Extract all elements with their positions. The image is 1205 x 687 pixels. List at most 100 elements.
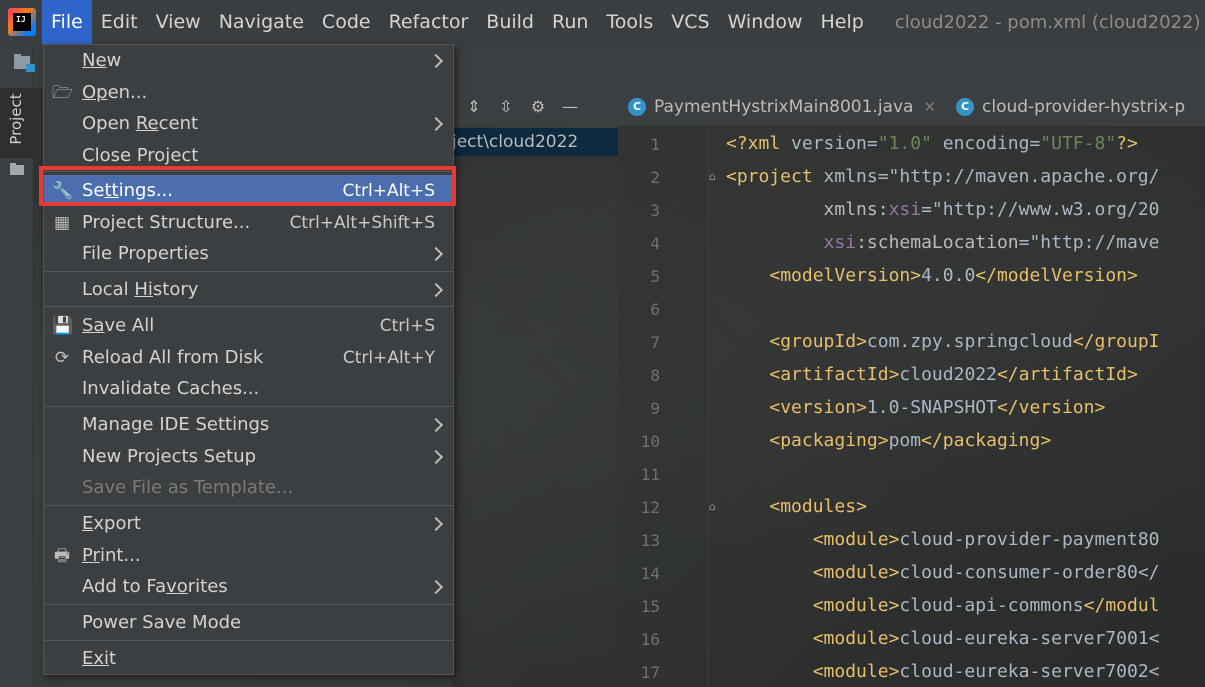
line-number: 2 bbox=[650, 168, 660, 187]
chevron-right-icon bbox=[428, 246, 444, 261]
menu-item-new[interactable]: New bbox=[44, 45, 453, 76]
project-folder-icon[interactable] bbox=[14, 54, 36, 72]
hide-panel-icon[interactable]: — bbox=[560, 97, 580, 117]
code-line[interactable]: xsi:schemaLocation="http://mave bbox=[726, 232, 1160, 253]
menu-item-manage-ide-settings[interactable]: Manage IDE Settings bbox=[44, 409, 453, 440]
menu-edit[interactable]: Edit bbox=[92, 0, 147, 44]
menu-item-label: Local History bbox=[82, 279, 199, 300]
close-icon[interactable]: ✕ bbox=[923, 98, 936, 116]
menu-item-label: Print... bbox=[82, 545, 141, 566]
chevron-right-icon bbox=[428, 116, 444, 131]
tab-label: PaymentHystrixMain8001.java bbox=[654, 97, 914, 117]
menu-refactor[interactable]: Refactor bbox=[380, 0, 478, 44]
menu-item-project-structure[interactable]: ▦ Project Structure... Ctrl+Alt+Shift+S bbox=[44, 207, 453, 238]
menu-item-new-projects-setup[interactable]: New Projects Setup bbox=[44, 441, 453, 472]
code-line[interactable]: <module>cloud-consumer-order80</ bbox=[726, 562, 1160, 583]
fold-icon[interactable]: ⌂ bbox=[709, 500, 721, 514]
menu-view[interactable]: View bbox=[147, 0, 210, 44]
line-number: 12 bbox=[640, 498, 660, 517]
code-line[interactable]: <project xmlns="http://maven.apache.org/ bbox=[726, 166, 1159, 187]
tab-cloud-provider-hystrix[interactable]: C cloud-provider-hystrix-p bbox=[946, 88, 1195, 126]
code-line[interactable]: <modelVersion>4.0.0</modelVersion> bbox=[726, 265, 1137, 286]
line-number: 7 bbox=[650, 333, 660, 352]
editor-tabs: C PaymentHystrixMain8001.java ✕ C cloud-… bbox=[618, 88, 1205, 127]
menu-item-label: Add to Favorites bbox=[82, 576, 228, 597]
menu-item-open-recent[interactable]: Open Recent bbox=[44, 108, 453, 139]
menu-run[interactable]: Run bbox=[543, 0, 597, 44]
menu-window[interactable]: Window bbox=[719, 0, 812, 44]
menu-item-label: Open... bbox=[82, 82, 148, 103]
menu-item-save-file-as-template: Save File as Template... bbox=[44, 472, 453, 503]
menu-item-label: Save File as Template... bbox=[82, 477, 294, 498]
menu-separator bbox=[44, 640, 453, 641]
tab-payment-hystrix-main[interactable]: C PaymentHystrixMain8001.java ✕ bbox=[618, 88, 946, 126]
menu-item-label: Export bbox=[82, 513, 141, 534]
collapse-all-icon[interactable]: ⇳ bbox=[496, 97, 516, 117]
line-number: 4 bbox=[650, 234, 660, 253]
folder-icon bbox=[10, 163, 24, 175]
expand-all-icon[interactable]: ⇕ bbox=[464, 97, 484, 117]
code-line[interactable]: <packaging>pom</packaging> bbox=[726, 430, 1051, 451]
line-number: 3 bbox=[650, 201, 660, 220]
gear-icon[interactable]: ⚙ bbox=[528, 97, 548, 117]
code-line[interactable]: <version>1.0-SNAPSHOT</version> bbox=[726, 397, 1105, 418]
code-line[interactable]: <module>cloud-eureka-server7002< bbox=[726, 661, 1160, 682]
menu-vcs[interactable]: VCS bbox=[662, 0, 718, 44]
project-tab-label[interactable]: Project bbox=[7, 83, 25, 155]
menu-item-label: File Properties bbox=[82, 243, 209, 264]
code-editor[interactable]: 1 <?xml version="1.0" encoding="UTF-8"?> 2… bbox=[618, 126, 1205, 687]
settings-highlight-box bbox=[39, 166, 456, 206]
menu-item-file-properties[interactable]: File Properties bbox=[44, 238, 453, 269]
fold-icon[interactable]: ⌂ bbox=[709, 170, 721, 184]
code-line[interactable]: <artifactId>cloud2022</artifactId> bbox=[726, 364, 1138, 385]
code-line[interactable]: <module>cloud-eureka-server7001< bbox=[726, 628, 1160, 649]
menu-help[interactable]: Help bbox=[811, 0, 872, 44]
line-number: 13 bbox=[640, 531, 660, 550]
line-number: 1 bbox=[650, 135, 660, 154]
chevron-right-icon bbox=[428, 449, 444, 464]
line-number: 14 bbox=[640, 564, 660, 583]
code-line[interactable]: xmlns:xsi="http://www.w3.org/20 bbox=[726, 199, 1160, 220]
chevron-right-icon bbox=[428, 282, 444, 297]
print-icon: 🖶 bbox=[53, 545, 71, 566]
menu-separator bbox=[44, 406, 453, 407]
menu-separator bbox=[44, 306, 453, 307]
menu-tools[interactable]: Tools bbox=[597, 0, 662, 44]
menu-bar: IJ File Edit View Navigate Code Refactor… bbox=[0, 0, 1205, 45]
code-line[interactable]: <?xml version="1.0" encoding="UTF-8"?> bbox=[726, 133, 1138, 154]
menu-file[interactable]: File bbox=[42, 0, 92, 44]
menu-item-open[interactable]: 🗁 Open... bbox=[44, 77, 453, 108]
code-line[interactable]: <modules> bbox=[726, 496, 867, 517]
code-line[interactable]: <groupId>com.zpy.springcloud</groupI bbox=[726, 331, 1159, 352]
menu-item-print[interactable]: 🖶 Print... bbox=[44, 540, 453, 571]
menu-item-export[interactable]: Export bbox=[44, 508, 453, 539]
project-root-path[interactable]: ject\cloud2022 bbox=[452, 128, 618, 156]
menu-item-label: Manage IDE Settings bbox=[82, 414, 270, 435]
menu-navigate[interactable]: Navigate bbox=[210, 0, 313, 44]
line-number: 16 bbox=[640, 630, 660, 649]
menu-item-save-all[interactable]: 💾 Save All Ctrl+S bbox=[44, 310, 453, 341]
menu-build[interactable]: Build bbox=[477, 0, 543, 44]
menu-item-exit[interactable]: Exit bbox=[44, 643, 453, 674]
code-line[interactable]: <module>cloud-provider-payment80 bbox=[726, 529, 1160, 550]
menu-code[interactable]: Code bbox=[313, 0, 380, 44]
menu-item-add-to-favorites[interactable]: Add to Favorites bbox=[44, 571, 453, 602]
shortcut-label: Ctrl+Alt+Shift+S bbox=[289, 212, 435, 233]
window-title: cloud2022 - pom.xml (cloud2022) bbox=[894, 11, 1201, 33]
chevron-right-icon bbox=[428, 516, 444, 531]
c-icon: C bbox=[956, 98, 975, 116]
line-number: 8 bbox=[650, 366, 660, 385]
project-path-text: ject\cloud2022 bbox=[452, 132, 579, 152]
intellij-logo-icon: IJ bbox=[8, 8, 36, 36]
menu-item-label: Exit bbox=[82, 648, 117, 669]
menu-separator bbox=[44, 505, 453, 506]
menu-item-reload-all-from-disk[interactable]: ⟳ Reload All from Disk Ctrl+Alt+Y bbox=[44, 342, 453, 373]
code-line[interactable]: <module>cloud-api-commons</modul bbox=[726, 595, 1160, 616]
menu-item-invalidate-caches[interactable]: Invalidate Caches... bbox=[44, 373, 453, 404]
menu-item-local-history[interactable]: Local History bbox=[44, 274, 453, 305]
line-number: 17 bbox=[640, 663, 660, 682]
chevron-right-icon bbox=[428, 417, 444, 432]
chevron-right-icon bbox=[428, 579, 444, 594]
menu-item-power-save-mode[interactable]: Power Save Mode bbox=[44, 607, 453, 638]
menu-item-label: New Projects Setup bbox=[82, 446, 257, 467]
